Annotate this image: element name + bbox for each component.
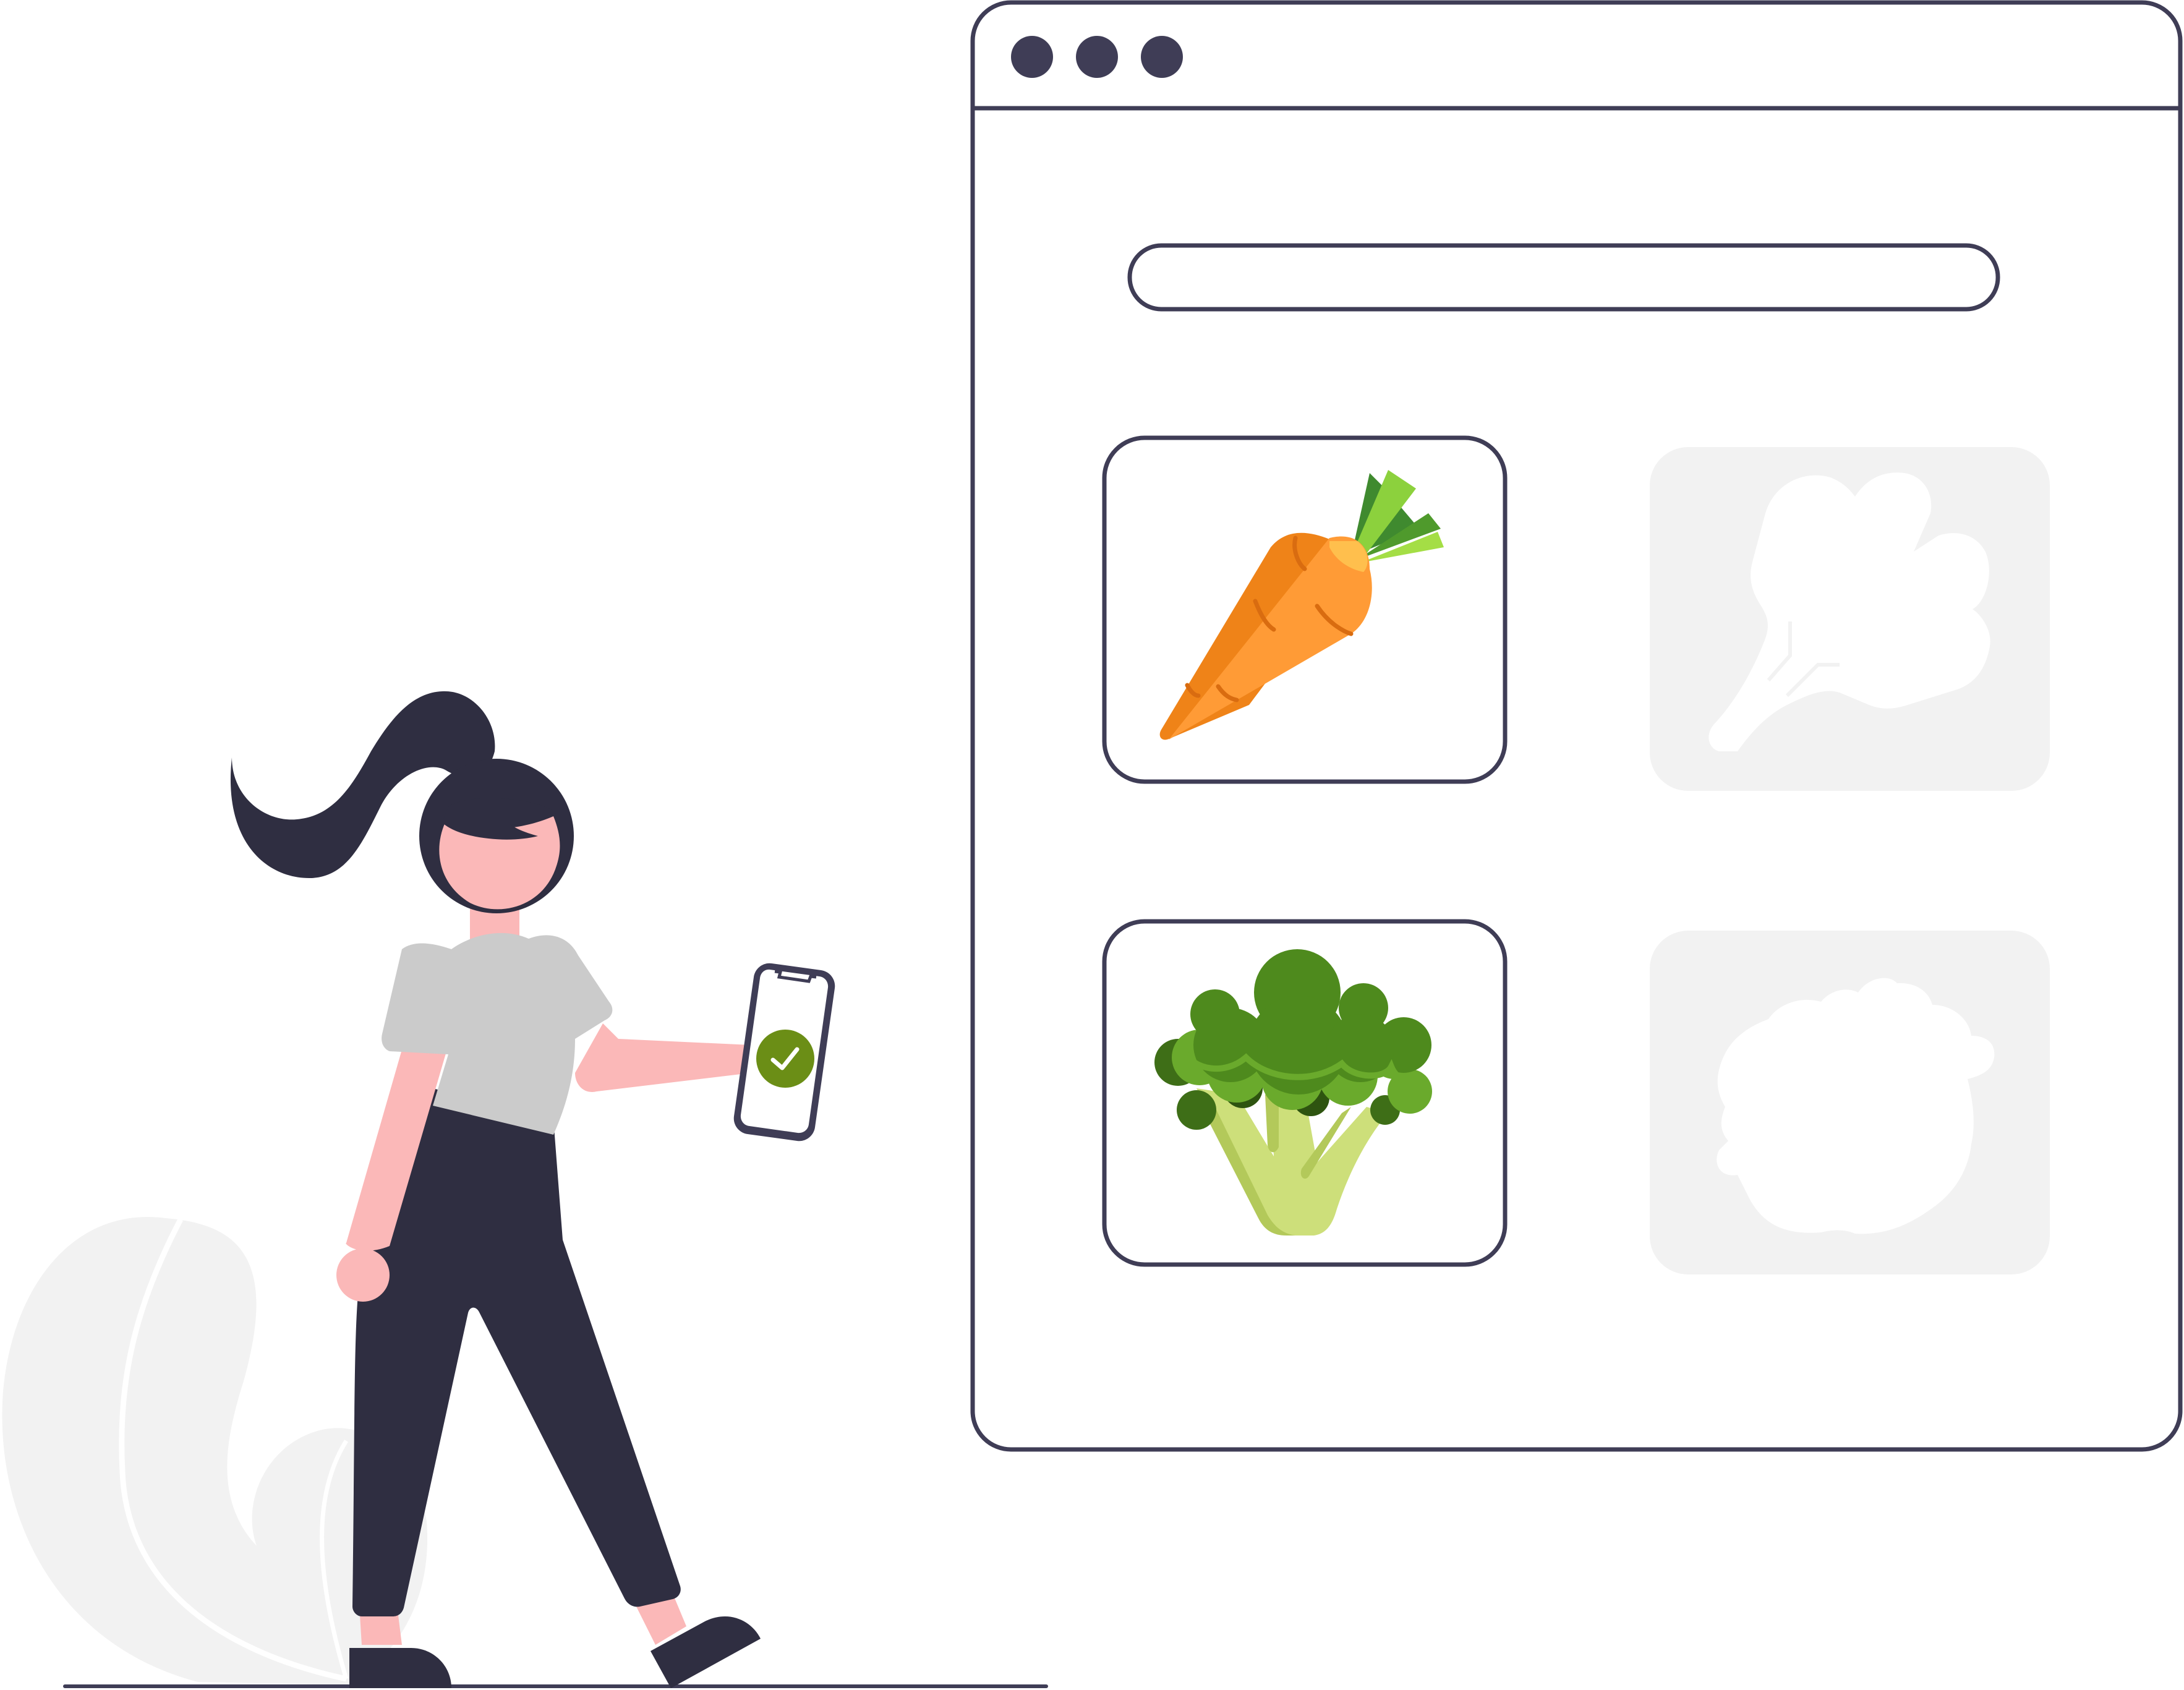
card-broccoli[interactable] (1102, 919, 1508, 1267)
left-shoe (349, 1648, 451, 1688)
card-cauliflower-placeholder[interactable] (1650, 931, 2050, 1274)
dot-icon[interactable] (1076, 36, 1118, 78)
card-carrot[interactable] (1102, 435, 1508, 784)
dot-icon[interactable] (1141, 36, 1183, 78)
card-leafy-placeholder[interactable] (1650, 447, 2050, 791)
search-bar[interactable] (1127, 243, 2000, 312)
dot-icon[interactable] (1011, 36, 1053, 78)
front-arm (575, 1023, 751, 1092)
check-circle-icon (756, 1030, 814, 1088)
illustration-canvas (2, 0, 2183, 1688)
back-hand (336, 1248, 390, 1302)
phone[interactable] (733, 963, 835, 1142)
